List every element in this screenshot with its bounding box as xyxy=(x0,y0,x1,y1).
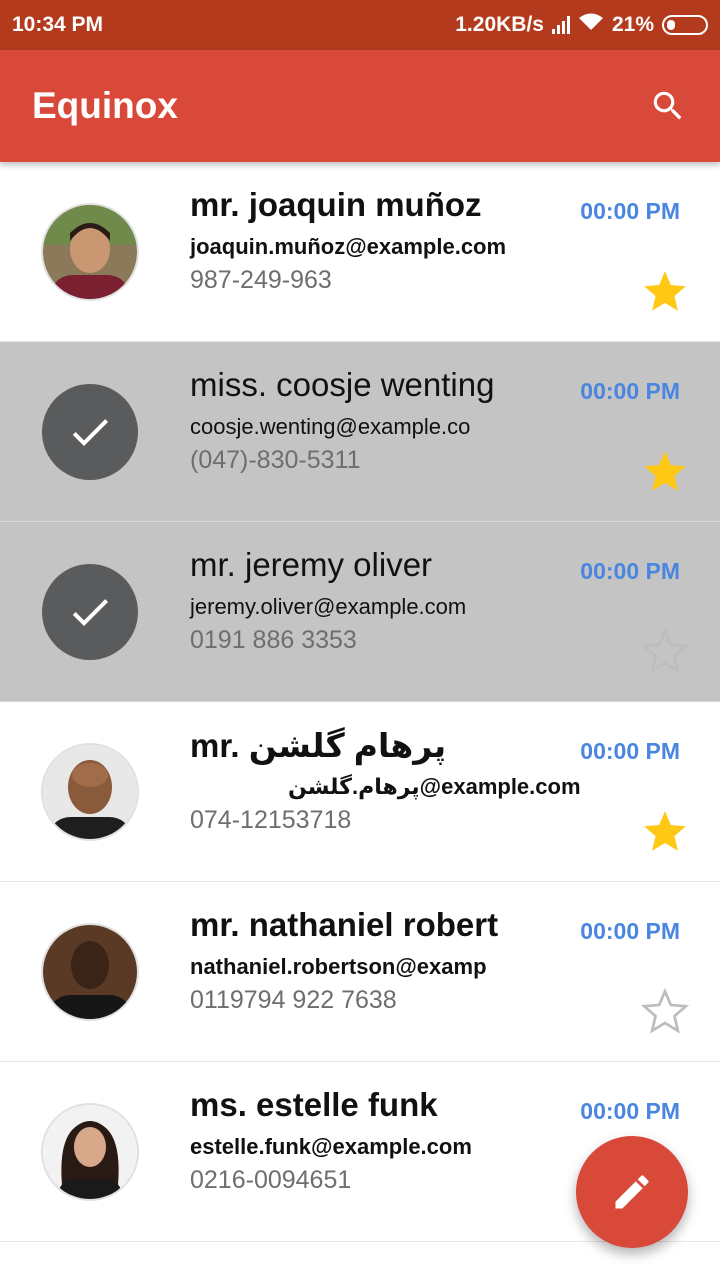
status-time: 10:34 PM xyxy=(12,13,104,36)
contact-phone: 987-249-963 xyxy=(190,266,332,294)
contact-email: پرهام.گلشن@example.com xyxy=(288,774,581,799)
contact-phone: 0216-0094651 xyxy=(190,1166,352,1194)
contact-row[interactable]: mr. joaquin muñoz joaquin.muñoz@example.… xyxy=(0,162,720,342)
contact-email: coosje.wenting@example.co xyxy=(190,414,471,439)
avatar[interactable] xyxy=(41,923,139,1021)
contact-email: nathaniel.robertson@examp xyxy=(190,954,487,979)
contact-time: 00:00 PM xyxy=(580,918,680,944)
star-filled-icon[interactable] xyxy=(640,807,690,857)
search-button[interactable] xyxy=(644,82,692,130)
contact-name: mr. nathaniel robert xyxy=(190,906,499,943)
contact-name: mr. jeremy oliver xyxy=(190,546,433,583)
compose-button[interactable] xyxy=(576,1136,688,1248)
battery-percent: 21% xyxy=(611,13,654,36)
wifi-icon xyxy=(578,12,604,38)
contact-email: estelle.funk@example.com xyxy=(190,1134,472,1159)
contact-phone: 074-12153718 xyxy=(190,806,352,834)
contact-email: jeremy.oliver@example.com xyxy=(190,594,467,619)
signal-icon xyxy=(551,16,570,34)
contact-name: miss. coosje wenting xyxy=(190,366,495,403)
star-outline-icon[interactable] xyxy=(640,627,690,677)
avatar[interactable] xyxy=(41,1103,139,1201)
contact-time: 00:00 PM xyxy=(580,198,680,224)
contact-time: 00:00 PM xyxy=(580,378,680,404)
check-icon xyxy=(72,419,108,446)
network-speed: 1.20KB/s xyxy=(455,13,544,36)
contact-phone: 0191 886 3353 xyxy=(190,626,357,654)
star-filled-icon[interactable] xyxy=(640,267,690,317)
contact-phone: 0119794 922 7638 xyxy=(190,986,397,1014)
status-bar: 10:34 PM 1.20KB/s 21% xyxy=(0,0,720,50)
contact-email: joaquin.muñoz@example.com xyxy=(190,234,507,259)
status-indicators: 1.20KB/s 21% xyxy=(455,12,708,38)
contact-time: 00:00 PM xyxy=(580,558,680,584)
search-icon xyxy=(653,91,682,120)
selected-avatar[interactable] xyxy=(42,384,138,480)
contact-row[interactable]: mr. nathaniel robert nathaniel.robertson… xyxy=(0,882,720,1062)
contact-row[interactable]: miss. coosje wenting coosje.wenting@exam… xyxy=(0,342,720,522)
contact-time: 00:00 PM xyxy=(580,738,680,764)
contact-row[interactable]: mr. jeremy oliver jeremy.oliver@example.… xyxy=(0,522,720,702)
selected-avatar[interactable] xyxy=(42,564,138,660)
avatar[interactable] xyxy=(41,203,139,301)
contact-time: 00:00 PM xyxy=(580,1098,680,1124)
star-outline-icon[interactable] xyxy=(640,987,690,1037)
contact-phone: (047)-830-5311 xyxy=(190,446,361,474)
contact-name: mr. joaquin muñoz xyxy=(190,186,482,223)
battery-icon xyxy=(662,15,708,35)
star-filled-icon[interactable] xyxy=(640,447,690,497)
contact-name: ms. estelle funk xyxy=(190,1086,438,1123)
check-icon xyxy=(72,599,108,626)
contact-name: mr. پرهام گلشن xyxy=(190,727,447,764)
app-title: Equinox xyxy=(32,85,178,126)
avatar[interactable] xyxy=(41,743,139,841)
contact-row[interactable]: mr. پرهام گلشن پرهام.گلشن@example.com 07… xyxy=(0,702,720,882)
pencil-icon xyxy=(615,1175,649,1209)
app-bar: Equinox xyxy=(0,50,720,162)
contact-list: mr. joaquin muñoz joaquin.muñoz@example.… xyxy=(0,162,720,1242)
